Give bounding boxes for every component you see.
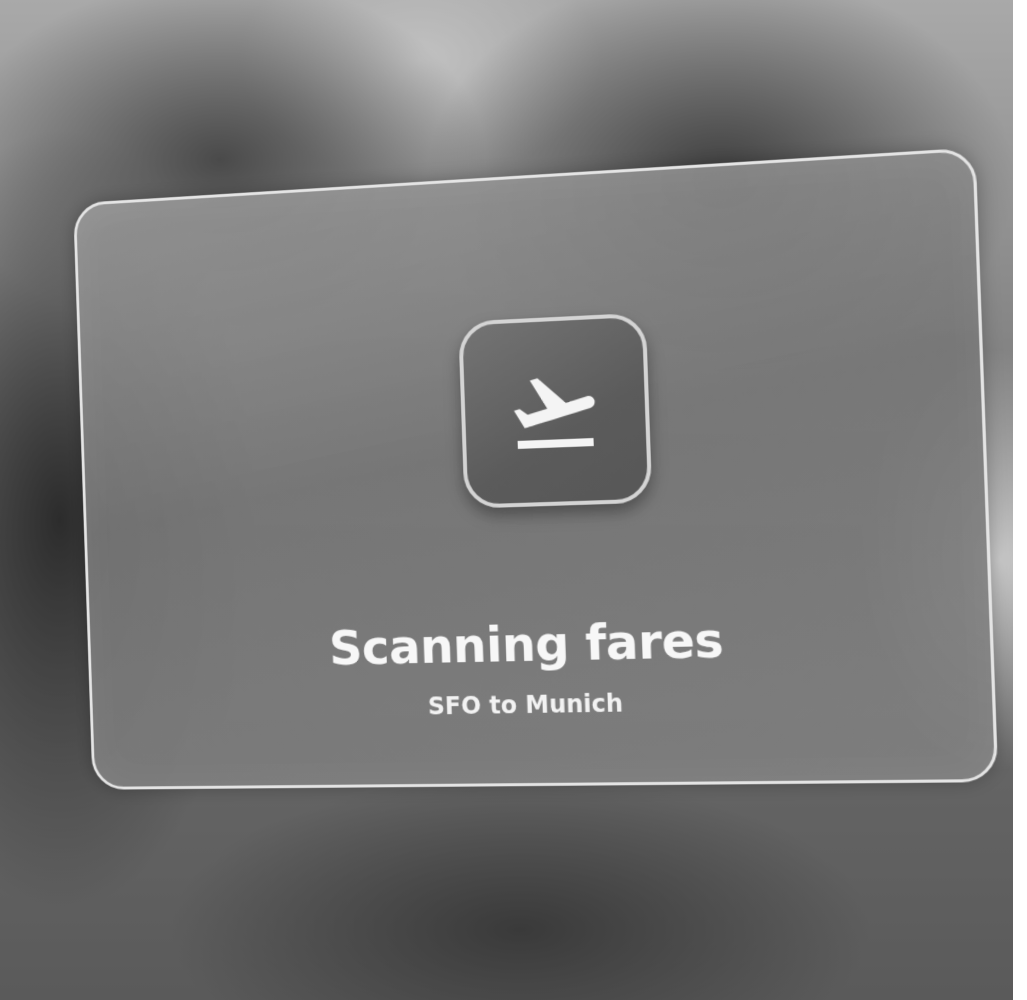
frame-edge xyxy=(1013,0,1027,1000)
route-subtitle: SFO to Munich xyxy=(427,689,624,721)
background-scene: Scanning fares SFO to Munich xyxy=(0,0,1027,1000)
flight-takeoff-icon xyxy=(512,375,597,450)
status-card: Scanning fares SFO to Munich xyxy=(73,147,999,790)
flight-app-tile xyxy=(458,312,653,509)
status-title: Scanning fares xyxy=(328,612,725,677)
